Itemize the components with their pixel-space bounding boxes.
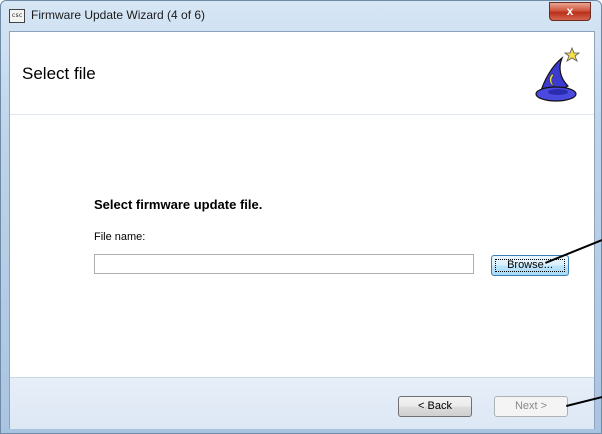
wizard-footer: < Back Next >: [10, 377, 594, 429]
focus-rectangle: [495, 259, 565, 272]
next-button-label: Next >: [514, 400, 548, 412]
window-frame: csc Firmware Update Wizard (4 of 6) x Se…: [0, 0, 602, 434]
back-button[interactable]: < Back: [398, 396, 472, 417]
file-name-input[interactable]: [94, 254, 474, 274]
wizard-hat-icon: [535, 46, 581, 102]
close-icon: x: [566, 4, 574, 18]
wizard-header: Select file: [10, 32, 594, 113]
section-heading: Select firmware update file.: [94, 197, 263, 212]
back-button-label: < Back: [418, 400, 452, 412]
next-button[interactable]: Next >: [494, 396, 568, 417]
window-title: Firmware Update Wizard (4 of 6): [31, 8, 206, 22]
app-icon[interactable]: csc: [9, 9, 25, 23]
wizard-client-area: Select file Select firmware update file.…: [9, 31, 595, 429]
page-title: Select file: [22, 64, 96, 83]
close-button[interactable]: x: [549, 2, 591, 21]
file-name-label: File name:: [94, 231, 146, 243]
title-bar[interactable]: csc Firmware Update Wizard (4 of 6) x: [1, 1, 601, 31]
wizard-content: Select firmware update file. File name: …: [10, 115, 594, 377]
